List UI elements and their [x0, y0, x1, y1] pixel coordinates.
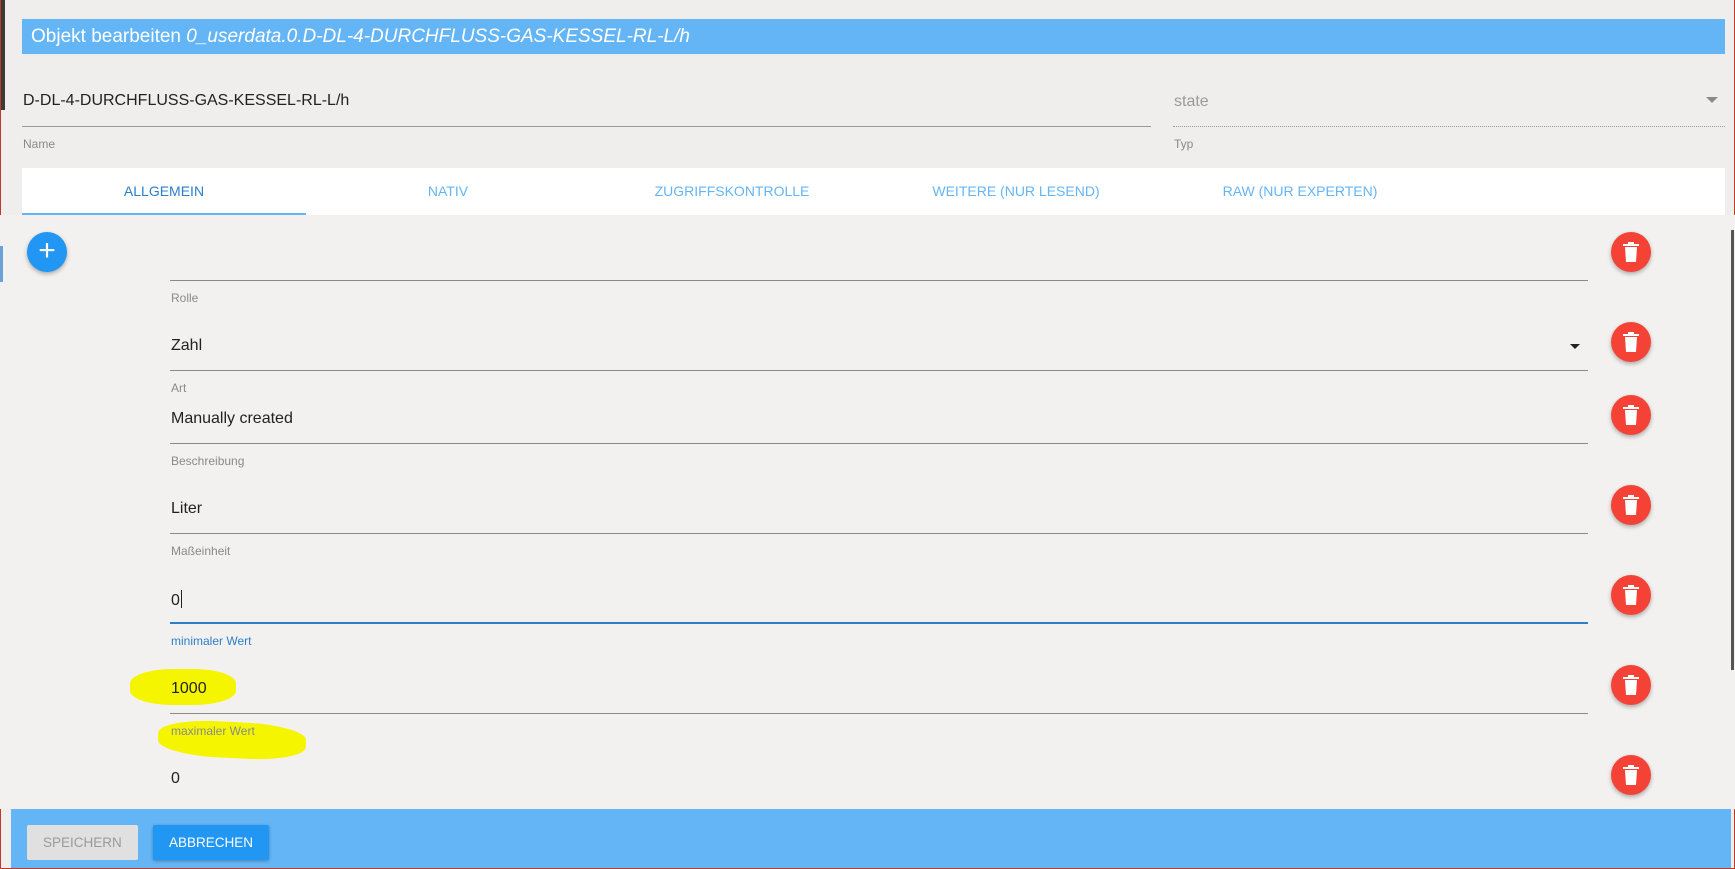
left-edge-marker — [0, 246, 3, 282]
chevron-down-icon[interactable] — [1706, 97, 1718, 103]
role-label: Rolle — [171, 291, 199, 305]
delete-default-value-button[interactable] — [1611, 755, 1651, 795]
trash-icon — [1623, 495, 1639, 515]
delete-min-value-button[interactable] — [1611, 575, 1651, 615]
unit-input[interactable]: Liter — [171, 500, 202, 518]
chevron-down-icon[interactable] — [1570, 344, 1580, 349]
delete-art-button[interactable] — [1611, 322, 1651, 362]
plus-icon: + — [38, 234, 56, 267]
tab-weitere[interactable]: WEITERE (NUR LESEND) — [874, 168, 1158, 215]
min-value-underline — [170, 622, 1588, 624]
description-label: Beschreibung — [171, 454, 245, 468]
dialog-footer: SPEICHERN ABBRECHEN — [11, 809, 1731, 868]
art-select[interactable]: Zahl — [171, 337, 202, 355]
tab-nativ[interactable]: NATIV — [306, 168, 590, 215]
window-edge-mark — [1, 0, 5, 110]
max-value-label: maximaler Wert — [171, 724, 255, 738]
delete-unit-button[interactable] — [1611, 485, 1651, 525]
tab-raw[interactable]: RAW (NUR EXPERTEN) — [1158, 168, 1442, 215]
type-label: Typ — [1174, 137, 1194, 151]
type-select-underline — [1173, 126, 1725, 127]
tab-bar: ALLGEMEIN NATIV ZUGRIFFSKONTROLLE WEITER… — [22, 168, 1725, 215]
min-value-input[interactable]: 0 — [171, 590, 182, 610]
art-label: Art — [171, 381, 187, 395]
role-underline — [170, 280, 1588, 281]
type-select[interactable]: state — [1174, 93, 1209, 111]
max-value-input[interactable]: 1000 — [171, 680, 207, 698]
min-value-text: 0 — [171, 592, 180, 609]
tab-zugriffskontrolle[interactable]: ZUGRIFFSKONTROLLE — [590, 168, 874, 215]
max-value-underline — [170, 713, 1588, 714]
scrollbar[interactable] — [1731, 230, 1734, 670]
min-value-label: minimaler Wert — [171, 634, 252, 648]
delete-max-value-button[interactable] — [1611, 665, 1651, 705]
cancel-button[interactable]: ABBRECHEN — [153, 825, 270, 860]
trash-icon — [1623, 765, 1639, 785]
save-button[interactable]: SPEICHERN — [27, 825, 138, 860]
delete-description-button[interactable] — [1611, 395, 1651, 435]
tab-allgemein[interactable]: ALLGEMEIN — [22, 168, 306, 215]
name-input[interactable]: D-DL-4-DURCHFLUSS-GAS-KESSEL-RL-L/h — [23, 92, 349, 110]
name-input-underline — [22, 126, 1151, 127]
trash-icon — [1623, 585, 1639, 605]
trash-icon — [1623, 675, 1639, 695]
general-tab-content — [0, 215, 1735, 809]
trash-icon — [1623, 332, 1639, 352]
description-underline — [170, 443, 1588, 444]
unit-underline — [170, 533, 1588, 534]
dialog-object-id: 0_userdata.0.D-DL-4-DURCHFLUSS-GAS-KESSE… — [186, 26, 690, 47]
trash-icon — [1623, 242, 1639, 262]
dialog-title: Objekt bearbeiten 0_userdata.0.D-DL-4-DU… — [22, 19, 1725, 54]
delete-role-button[interactable] — [1611, 232, 1651, 272]
add-field-button[interactable]: + — [27, 232, 67, 272]
unit-label: Maßeinheit — [171, 544, 231, 558]
trash-icon — [1623, 405, 1639, 425]
text-cursor — [180, 590, 182, 608]
default-value-input[interactable]: 0 — [171, 770, 180, 788]
description-input[interactable]: Manually created — [171, 410, 293, 428]
dialog-title-prefix: Objekt bearbeiten — [31, 26, 181, 47]
name-label: Name — [23, 137, 56, 151]
art-underline — [170, 370, 1588, 371]
